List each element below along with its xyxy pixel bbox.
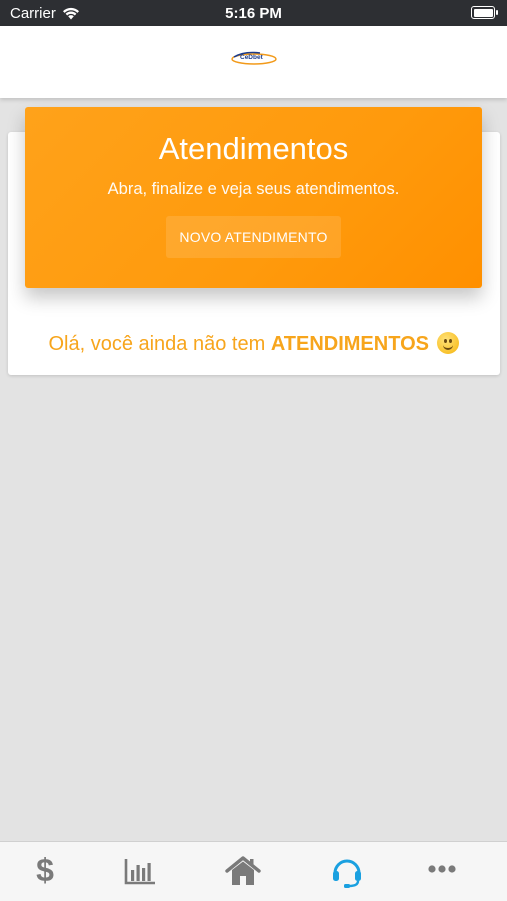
cedbet-logo: CeDbet bbox=[231, 51, 277, 65]
empty-state-text: Olá, você ainda não tem bbox=[48, 333, 266, 355]
novo-atendimento-button[interactable]: NOVO ATENDIMENTO bbox=[166, 216, 341, 258]
headset-icon bbox=[333, 859, 361, 888]
tab-finance[interactable]: $ bbox=[25, 852, 65, 888]
app-header: CeDbet bbox=[0, 26, 507, 98]
status-bar: Carrier 5:16 PM bbox=[0, 0, 507, 26]
page-title: Atendimentos bbox=[158, 131, 349, 166]
tab-more[interactable] bbox=[422, 864, 462, 900]
tab-bar: $ bbox=[0, 841, 507, 901]
smile-emoji-icon bbox=[436, 332, 459, 354]
empty-state-message: Olá, você ainda não tem ATENDIMENTOS bbox=[0, 332, 507, 356]
atendimentos-hero: Atendimentos Abra, finalize e veja seus … bbox=[25, 107, 482, 288]
clock: 5:16 PM bbox=[225, 5, 282, 22]
tab-home[interactable] bbox=[223, 856, 263, 892]
bar-chart-icon bbox=[124, 859, 155, 885]
tab-reports[interactable] bbox=[120, 856, 160, 892]
home-icon bbox=[225, 856, 261, 885]
logo-text: CeDbet bbox=[240, 54, 264, 61]
page-subtitle: Abra, finalize e veja seus atendimentos. bbox=[107, 180, 400, 198]
dollar-icon: $ bbox=[36, 852, 54, 888]
tab-atendimentos[interactable] bbox=[327, 856, 367, 892]
more-icon bbox=[428, 865, 456, 873]
battery-icon bbox=[471, 6, 498, 19]
empty-state-highlight: ATENDIMENTOS bbox=[270, 333, 429, 355]
